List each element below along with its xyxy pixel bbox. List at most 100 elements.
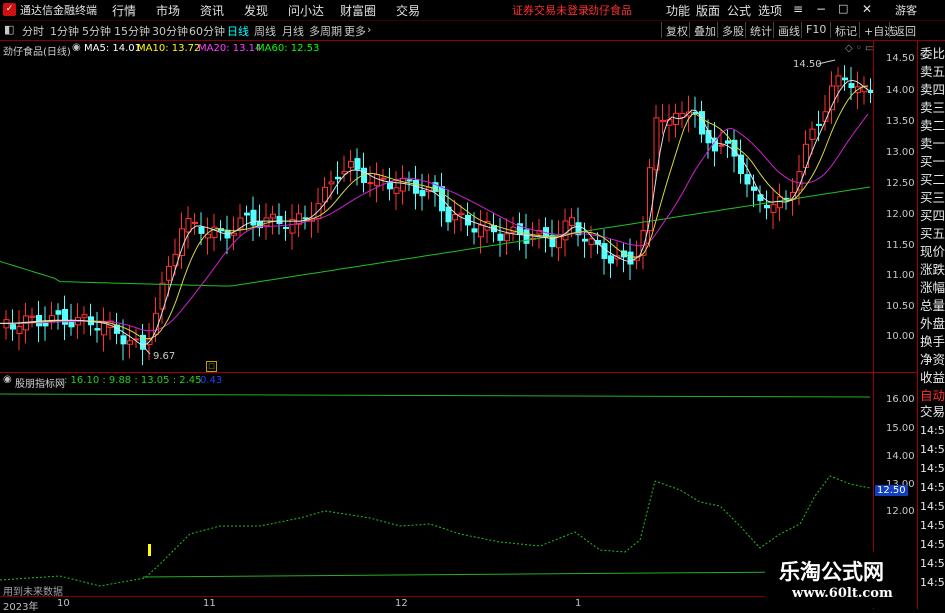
menu-item-caifuquan[interactable]: 财富圈 [340, 2, 376, 19]
candle-body [81, 314, 88, 319]
time-tick: 14:56 [920, 519, 945, 532]
candlestick-chart[interactable] [0, 56, 917, 596]
x-axis-label: 1 [575, 598, 582, 609]
menu-icon[interactable]: ≡ [793, 2, 803, 16]
period-tab-1min[interactable]: 1分钟 [50, 23, 79, 39]
menu-item-zixun[interactable]: 资讯 [200, 2, 224, 19]
ma5-value: MA5: 14.01 [84, 43, 142, 54]
weibi-label[interactable]: 委比 [920, 45, 945, 62]
draw-line-button[interactable]: 画线 [773, 22, 804, 38]
settings-circle-icon[interactable]: ◉ [72, 42, 81, 53]
time-tick: 14:56 [920, 462, 945, 475]
candle-body [94, 328, 101, 331]
period-tab-15min[interactable]: 15分钟 [114, 23, 150, 39]
candle-body [374, 174, 380, 187]
minimize-icon[interactable]: − [816, 2, 826, 16]
candle-body [276, 215, 283, 225]
ma20-value: MA20: 13.14 [198, 43, 262, 54]
candle-body [816, 123, 822, 126]
net-asset-label: 净资 [920, 352, 945, 367]
period-tab-monthly[interactable]: 月线 [282, 23, 304, 39]
chart-small-icons[interactable]: ◇ ◦ ▭ [845, 43, 874, 54]
window-stock-title: 劲仔食品 [588, 4, 632, 17]
sell4-label: 卖四 [920, 82, 945, 97]
buy2-label: 买二 [920, 172, 945, 187]
menu-item-hangqing[interactable]: 行情 [112, 2, 136, 19]
candle-body [263, 217, 270, 227]
ma10-value: MA10: 13.72 [137, 43, 201, 54]
sell1-label: 卖一 [920, 136, 945, 151]
candle-body [10, 324, 16, 330]
indicator-settings-icon[interactable]: ◉ [3, 374, 12, 385]
price-label: 11.50 [886, 240, 915, 251]
menu-item-faxian[interactable]: 发现 [244, 2, 268, 19]
period-tab-weekly[interactable]: 周线 [254, 23, 276, 39]
candle-body [718, 144, 725, 147]
close-icon[interactable]: ✕ [862, 2, 872, 16]
buy3-label: 买三 [920, 190, 945, 205]
period-tab-60min[interactable]: 60分钟 [189, 23, 225, 39]
price-label: 10.00 [886, 331, 915, 342]
menu-item-xuanxiang[interactable]: 选项 [758, 2, 782, 19]
overlay-button[interactable]: 叠加 [689, 22, 720, 38]
x-axis-label: 10 [57, 598, 70, 609]
stats-button[interactable]: 统计 [745, 22, 776, 38]
candle-body [835, 75, 842, 87]
multi-stock-button[interactable]: 多股 [717, 22, 748, 38]
candle-body [198, 226, 205, 234]
trade-label[interactable]: 交易 [920, 403, 945, 420]
candle-body [419, 190, 426, 197]
time-tick: 14:56 [920, 481, 945, 494]
trade-login-notice[interactable]: 证券交易未登录 [512, 2, 589, 18]
candle-body [29, 315, 36, 318]
candle-body [842, 77, 848, 81]
user-label[interactable]: 游客 [895, 2, 917, 18]
menu-item-gongshi[interactable]: 公式 [727, 2, 751, 19]
menu-item-gongneng[interactable]: 功能 [666, 2, 690, 19]
buy4-label: 买四 [920, 208, 945, 223]
title-bar: ✓ 通达信金融终端 行情 市场 资讯 发现 问小达 财富圈 交易 证券交易未登录… [0, 0, 945, 21]
f10-button[interactable]: F10 [801, 22, 830, 38]
candle-body [569, 217, 575, 226]
watermark-title: 乐淘公式网 [779, 559, 884, 584]
price-label: 12.00 [886, 209, 915, 220]
event-marker-icon[interactable]: □ [206, 361, 217, 372]
menu-item-jiaoyi[interactable]: 交易 [396, 2, 420, 19]
candle-body [354, 158, 361, 170]
indicator-axis-label: 16.00 [886, 394, 915, 405]
maximize-icon[interactable]: □ [838, 2, 848, 15]
site-watermark: 乐淘公式网 www.60lt.com [765, 552, 917, 608]
period-tab-multi[interactable]: 多周期 [309, 23, 342, 39]
mark-button[interactable]: 标记 [830, 22, 861, 38]
indicator-top-line [0, 393, 871, 398]
menu-item-banmian[interactable]: 版面 [696, 2, 720, 19]
indicator-current-value: 12.50 [875, 485, 908, 496]
x-axis-label: 12 [395, 598, 408, 609]
period-tab-5min[interactable]: 5分钟 [82, 23, 111, 39]
indicator-name[interactable]: 股朋指标网 [15, 375, 65, 390]
period-tab-daily[interactable]: 日线 [227, 23, 249, 39]
candle-body [725, 140, 731, 144]
buy1-label: 买一 [920, 154, 945, 169]
auto-label[interactable]: 自动 [920, 387, 945, 404]
menu-item-wenxiaoda[interactable]: 问小达 [288, 2, 324, 19]
volume-label: 总量 [920, 298, 945, 313]
candle-body [471, 228, 478, 233]
return-button[interactable]: 返回 [889, 22, 920, 38]
buy5-label: 买五 [920, 226, 945, 241]
period-tab-30min[interactable]: 30分钟 [152, 23, 188, 39]
fuquan-button[interactable]: 复权 [661, 22, 692, 38]
high-price-note: 14.50 [793, 59, 822, 70]
time-tick: 14:56 [920, 443, 945, 456]
time-tick: 14:56 [920, 424, 945, 437]
candle-body [504, 233, 510, 242]
more-arrow-icon[interactable]: › [367, 23, 371, 36]
period-tab-more[interactable]: 更多 [344, 23, 366, 39]
back-square-icon[interactable]: ◧ [4, 23, 14, 36]
period-tab-fenshi[interactable]: 分时 [22, 23, 44, 39]
candle-body [16, 326, 23, 335]
candle-body [283, 226, 289, 229]
menu-item-shichang[interactable]: 市场 [156, 2, 180, 19]
price-label: 10.50 [886, 301, 915, 312]
price-label: 12.50 [886, 178, 915, 189]
